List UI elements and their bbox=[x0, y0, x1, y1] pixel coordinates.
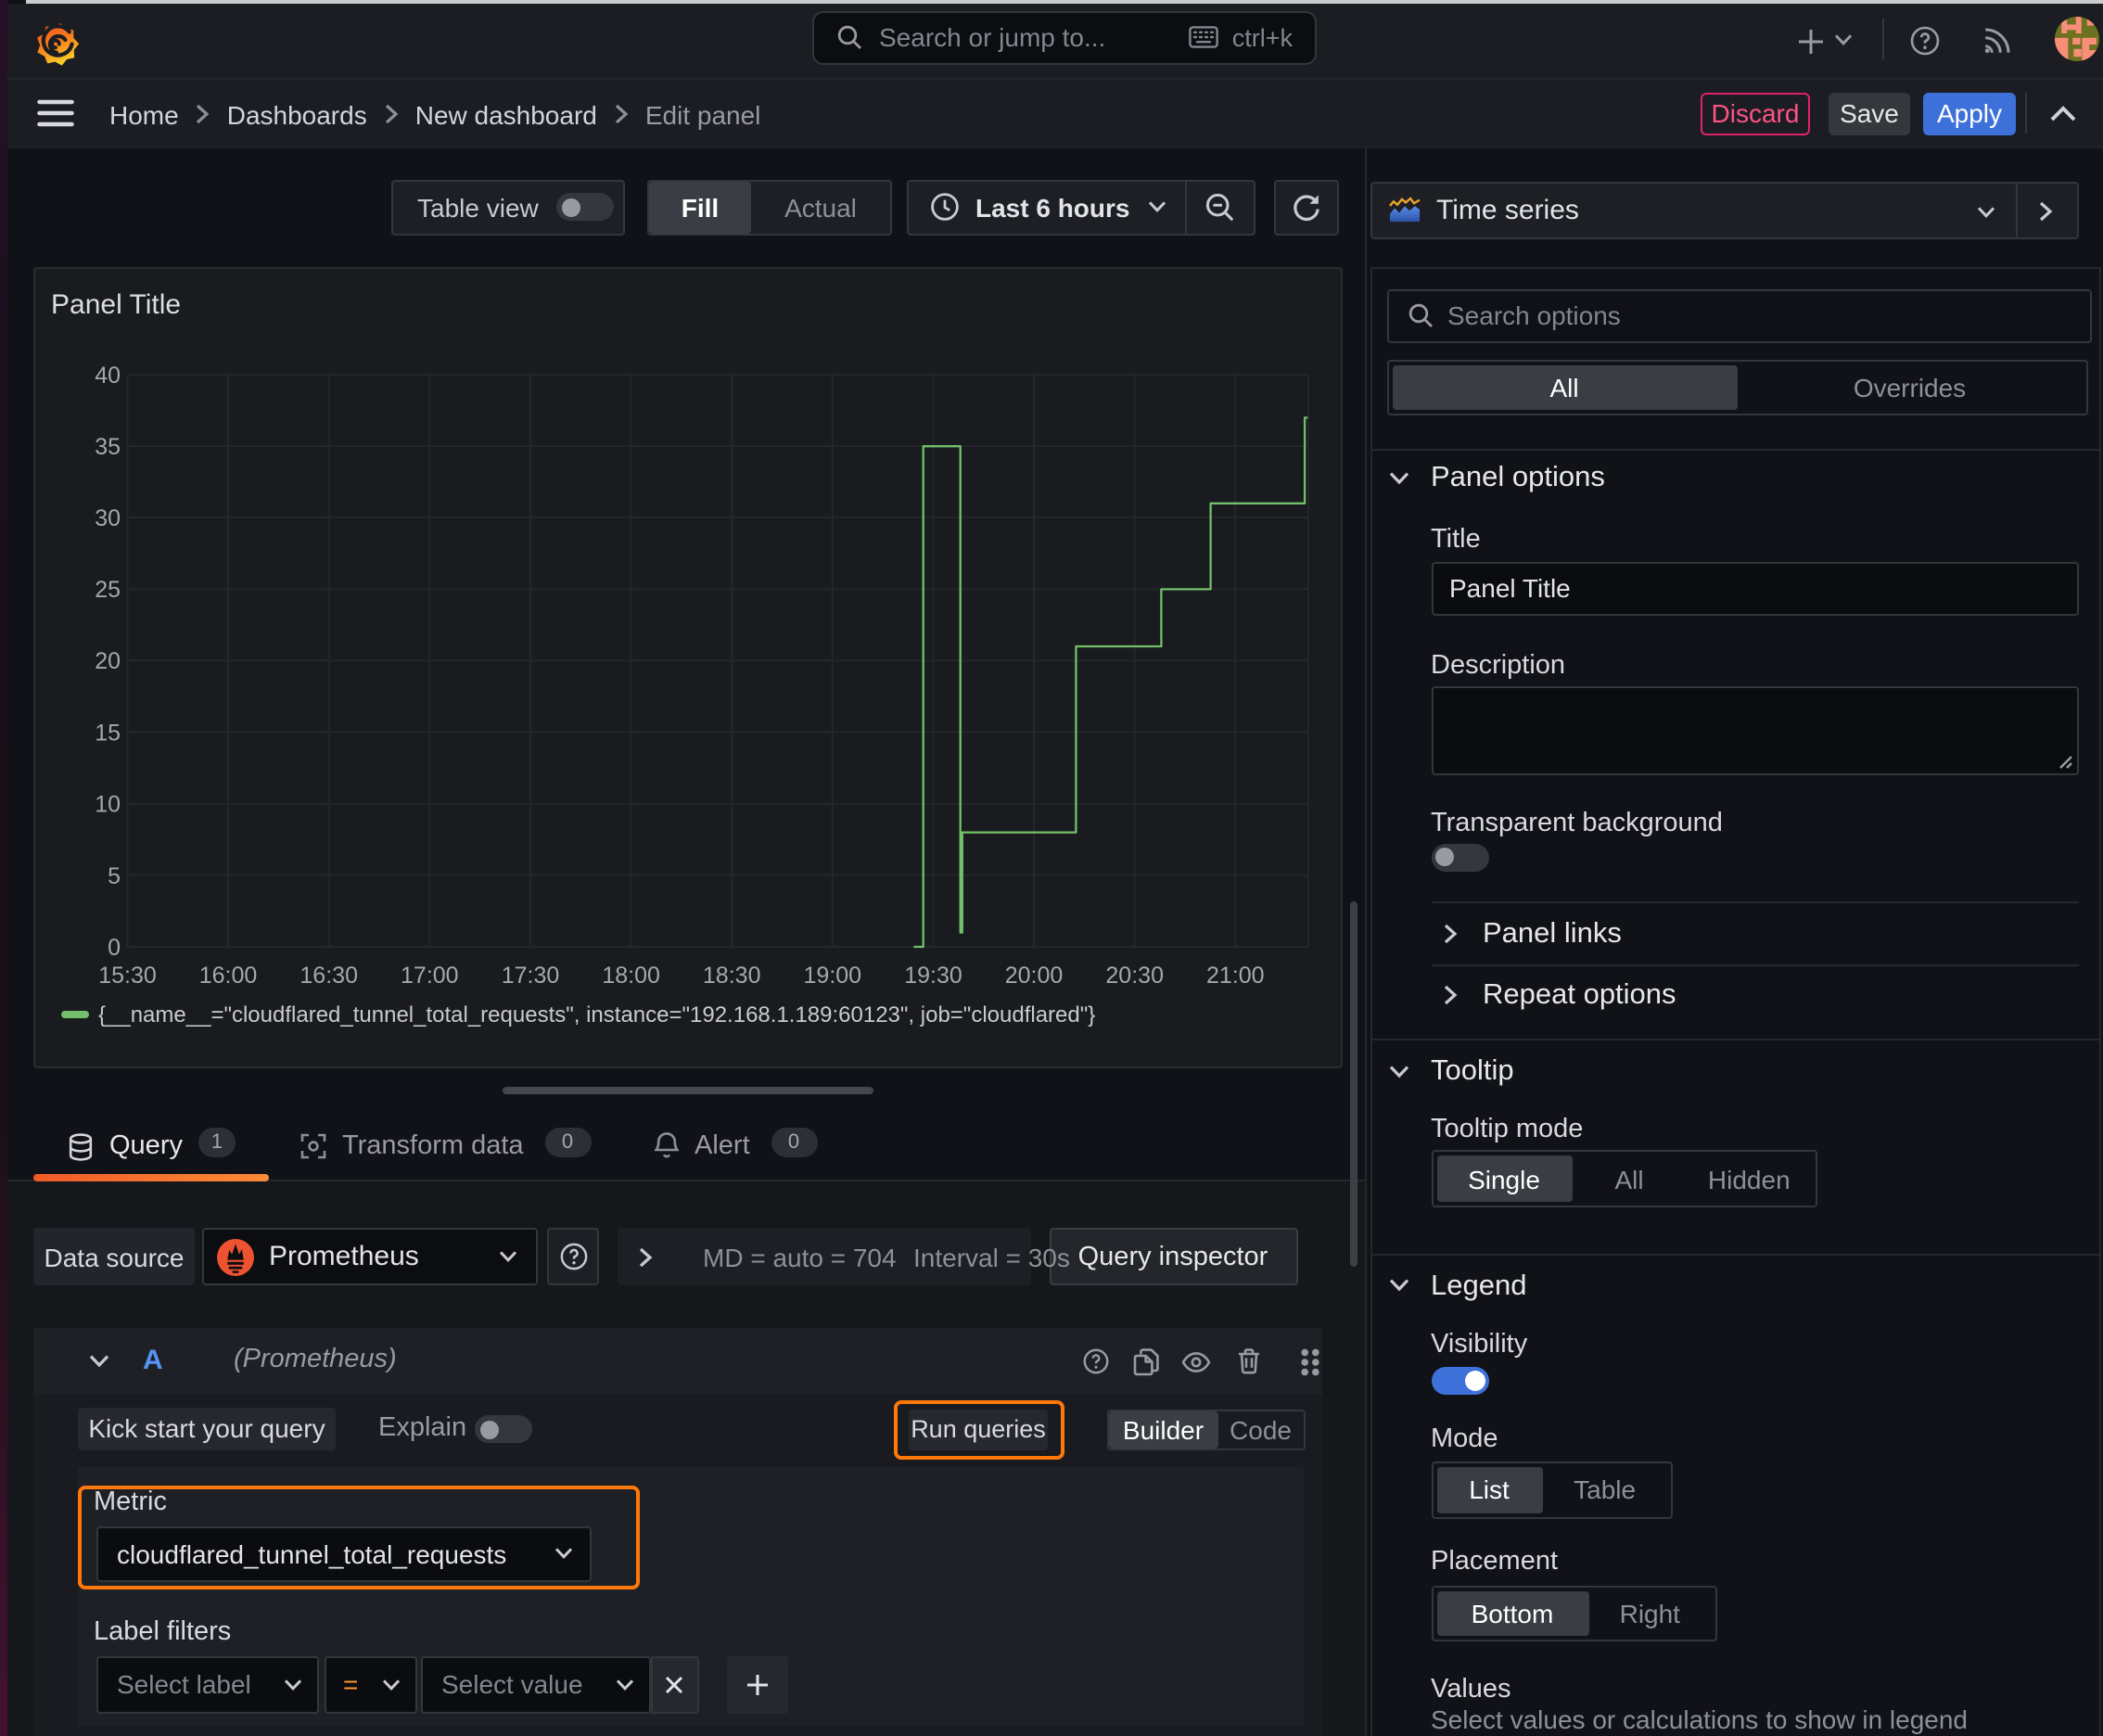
svg-text:35: 35 bbox=[95, 433, 121, 459]
svg-text:40: 40 bbox=[95, 362, 121, 388]
svg-text:21:00: 21:00 bbox=[1206, 962, 1265, 988]
svg-text:5: 5 bbox=[108, 862, 121, 888]
svg-text:15: 15 bbox=[95, 719, 121, 745]
svg-text:17:30: 17:30 bbox=[502, 962, 560, 988]
svg-text:25: 25 bbox=[95, 576, 121, 602]
svg-text:20:30: 20:30 bbox=[1105, 962, 1164, 988]
svg-text:20: 20 bbox=[95, 647, 121, 673]
svg-text:15:30: 15:30 bbox=[98, 962, 157, 988]
svg-text:{__name__="cloudflared_tunnel_: {__name__="cloudflared_tunnel_total_requ… bbox=[98, 1002, 1095, 1027]
svg-text:20:00: 20:00 bbox=[1005, 962, 1064, 988]
svg-text:17:00: 17:00 bbox=[401, 962, 459, 988]
svg-text:16:30: 16:30 bbox=[300, 962, 358, 988]
svg-text:0: 0 bbox=[108, 934, 121, 960]
svg-text:16:00: 16:00 bbox=[199, 962, 258, 988]
svg-text:10: 10 bbox=[95, 791, 121, 817]
svg-text:18:30: 18:30 bbox=[703, 962, 761, 988]
svg-text:18:00: 18:00 bbox=[602, 962, 660, 988]
svg-text:19:30: 19:30 bbox=[904, 962, 962, 988]
svg-text:19:00: 19:00 bbox=[804, 962, 862, 988]
svg-text:30: 30 bbox=[95, 504, 121, 530]
